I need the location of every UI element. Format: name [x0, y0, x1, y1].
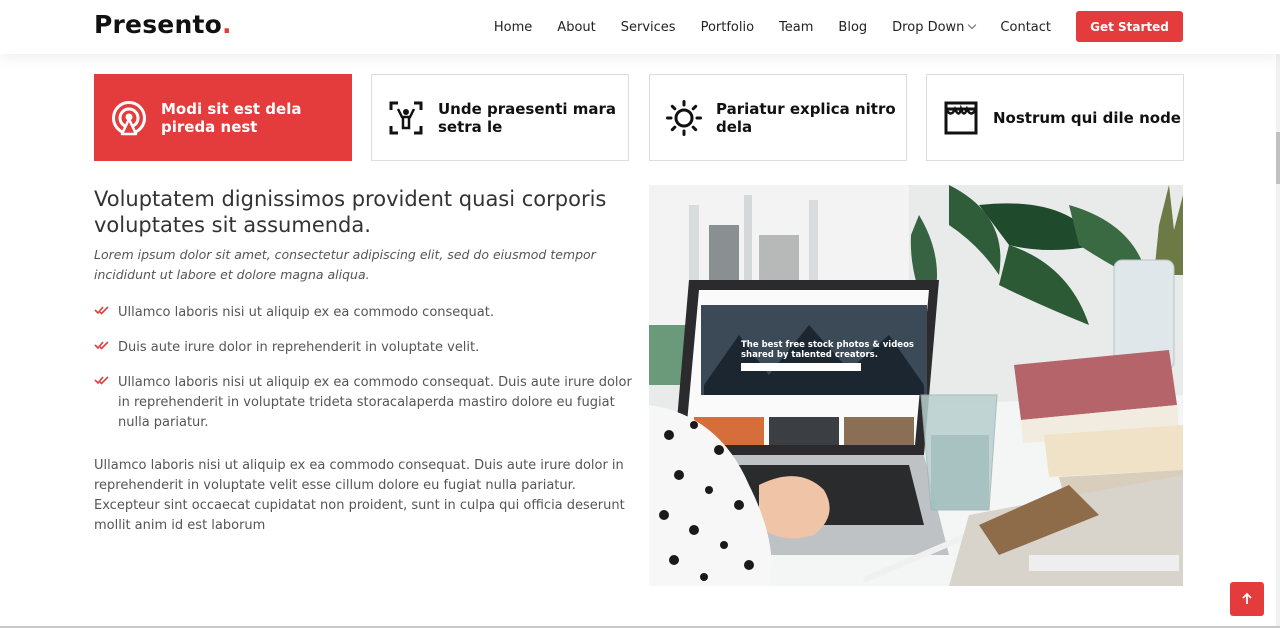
nav-services[interactable]: Services: [621, 20, 676, 35]
nav-about[interactable]: About: [557, 20, 595, 35]
feature-title: Nostrum qui dile node: [993, 108, 1181, 127]
feature-title: Modi sit est dela pireda nest: [161, 99, 302, 136]
list-item-text: Duis aute irure dolor in reprehenderit i…: [118, 340, 480, 355]
nav-contact[interactable]: Contact: [1000, 20, 1051, 35]
nav-home[interactable]: Home: [494, 20, 532, 35]
screen-headline-1: The best free stock photos & videos: [741, 340, 914, 350]
site-logo[interactable]: Presento.: [94, 10, 232, 39]
logo-text: Presento: [94, 10, 222, 39]
check-list: Ullamco laboris nisi ut aliquip ex ea co…: [94, 303, 634, 448]
photo-illustration: The best free stock photos & videos shar…: [649, 185, 1183, 586]
double-check-icon: [94, 376, 109, 385]
person-frame-icon: [389, 101, 423, 134]
feature-box-1[interactable]: Modi sit est dela pireda nest: [94, 74, 352, 161]
section-paragraph: Ullamco laboris nisi ut aliquip ex ea co…: [94, 458, 625, 533]
scrollbar-thumb[interactable]: [1276, 132, 1280, 184]
chevron-down-icon: [968, 20, 977, 30]
sun-icon: [666, 99, 702, 136]
feature-title: Pariatur explica nitro dela: [716, 99, 896, 136]
nav-portfolio[interactable]: Portfolio: [701, 20, 754, 35]
screen-headline-2: shared by talented creators.: [741, 350, 878, 360]
feature-box-3[interactable]: Pariatur explica nitro dela: [649, 74, 907, 161]
store-icon: [944, 101, 978, 134]
section-heading: Voluptatem dignissimos provident quasi c…: [94, 187, 607, 237]
back-to-top-button[interactable]: [1230, 582, 1264, 616]
arrow-up-icon: [1242, 592, 1252, 604]
feature-box-4[interactable]: Nostrum qui dile node: [926, 74, 1184, 161]
list-item-text: Ullamco laboris nisi ut aliquip ex ea co…: [118, 305, 494, 320]
feature-title: Unde praesenti mara setra le: [438, 99, 617, 136]
list-item-text: Ullamco laboris nisi ut aliquip ex ea co…: [118, 375, 632, 430]
scrollbar-track[interactable]: [1276, 0, 1280, 628]
list-item: Duis aute irure dolor in reprehenderit i…: [94, 338, 634, 358]
double-check-icon: [94, 306, 109, 315]
main-nav: Home About Services Portfolio Team Blog …: [494, 0, 1051, 54]
nav-team[interactable]: Team: [779, 20, 813, 35]
section-lead: Lorem ipsum dolor sit amet, consectetur …: [94, 247, 596, 282]
broadcast-icon: [112, 100, 146, 135]
list-item: Ullamco laboris nisi ut aliquip ex ea co…: [94, 373, 634, 433]
nav-blog[interactable]: Blog: [838, 20, 867, 35]
double-check-icon: [94, 341, 109, 350]
site-header: Presento. Home About Services Portfolio …: [0, 0, 1280, 54]
logo-dot: .: [221, 10, 232, 39]
feature-box-2[interactable]: Unde praesenti mara setra le: [371, 74, 629, 161]
nav-dropdown-label: Drop Down: [892, 19, 965, 35]
list-item: Ullamco laboris nisi ut aliquip ex ea co…: [94, 303, 634, 323]
get-started-button[interactable]: Get Started: [1076, 11, 1183, 42]
nav-dropdown[interactable]: Drop Down: [892, 19, 977, 35]
laptop-desk-photo: The best free stock photos & videos shar…: [649, 185, 1183, 586]
